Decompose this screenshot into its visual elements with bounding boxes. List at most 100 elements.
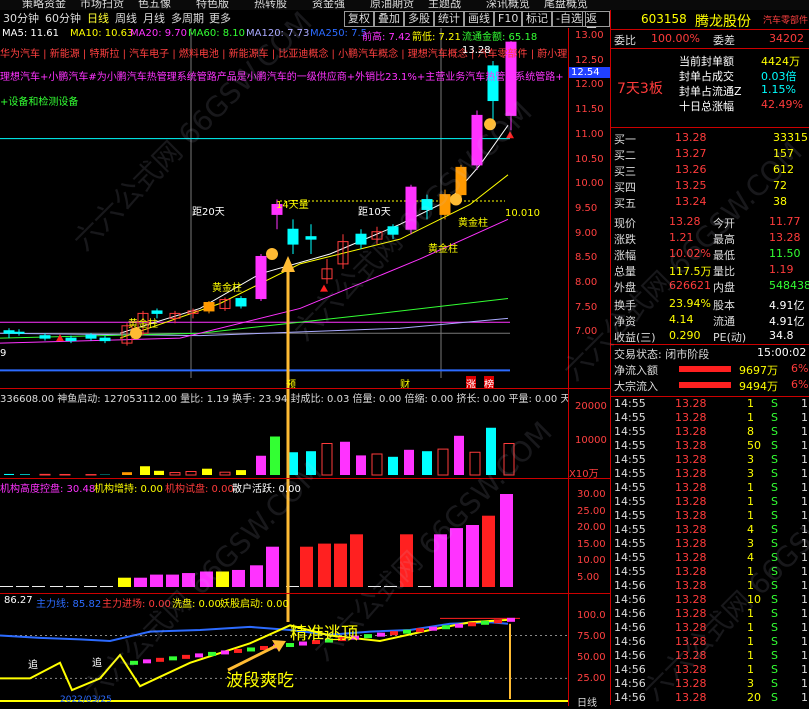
tick-cell: 1 bbox=[801, 439, 808, 452]
tick-cell: S bbox=[771, 523, 778, 536]
institution-bar bbox=[50, 586, 63, 587]
tick-cell: S bbox=[771, 607, 778, 620]
toolbar-button[interactable]: -自选 bbox=[552, 11, 586, 27]
tick-cell: 1 bbox=[801, 481, 808, 494]
top-menu-item[interactable]: 尾盘概览 bbox=[544, 0, 588, 10]
quote-value: 11.77 bbox=[769, 215, 801, 228]
limit-up-value: 1.15% bbox=[761, 83, 796, 96]
tick-cell: 14:55 bbox=[614, 467, 646, 480]
toolbar-button[interactable]: 多股 bbox=[404, 11, 434, 27]
top-menu-item[interactable]: 色五像 bbox=[138, 0, 171, 10]
ma-legend-ma60: MA60: 8.10 bbox=[188, 28, 245, 39]
osc-tick bbox=[481, 621, 489, 625]
wei-value: 100.00% bbox=[651, 32, 700, 45]
tick-cell: S bbox=[771, 663, 778, 676]
bid-volume: 38 bbox=[773, 195, 787, 208]
tick-cell: 1 bbox=[801, 677, 808, 690]
toolbar-button[interactable]: 统计 bbox=[434, 11, 464, 27]
price-axis-label: 13.00 bbox=[575, 30, 604, 41]
tick-cell: 50 bbox=[747, 439, 761, 452]
stat-label: 流通 bbox=[713, 313, 735, 329]
ma-legend-ma5: MA5: 11.61 bbox=[2, 28, 59, 39]
top-menu-item[interactable]: 热转股 bbox=[254, 0, 287, 10]
tick-row: 14:5513.281S1 bbox=[611, 411, 809, 425]
golden-marker bbox=[266, 248, 278, 260]
osc-tick bbox=[169, 656, 177, 660]
institution-bar bbox=[418, 586, 431, 587]
volume-bar bbox=[454, 436, 464, 475]
stat-value: 4.91亿 bbox=[769, 297, 805, 313]
toolbar-button[interactable]: 返回 bbox=[582, 11, 610, 27]
inst-header-2: 机构增持: 0.00 bbox=[94, 480, 163, 495]
tick-cell: 13.28 bbox=[675, 495, 707, 508]
bid-price: 13.27 bbox=[675, 147, 707, 160]
period-tab[interactable]: 多周期 bbox=[168, 10, 207, 28]
tick-cell: S bbox=[771, 397, 778, 410]
golden-pillar-label-1: 黄金柱 bbox=[128, 315, 158, 330]
tick-cell: 14:55 bbox=[614, 551, 646, 564]
tick-cell: 14:55 bbox=[614, 397, 646, 410]
tick-cell: 13.28 bbox=[675, 537, 707, 550]
tick-cell: 13.28 bbox=[675, 509, 707, 522]
tick-list[interactable]: 14:5513.281S114:5513.281S114:5513.288S11… bbox=[611, 396, 809, 397]
top-menu-item[interactable]: 原油期货 bbox=[370, 0, 414, 10]
candle-body bbox=[40, 336, 50, 338]
top-menu-item[interactable]: 特色版 bbox=[196, 0, 229, 10]
candle-body bbox=[66, 338, 76, 340]
top-menu-item[interactable]: 资金强 bbox=[312, 0, 345, 10]
tick-cell: 14:56 bbox=[614, 691, 646, 704]
ma-curve-1 bbox=[0, 299, 508, 339]
inst-header-3: 机构试盘: 0.00 bbox=[165, 480, 234, 495]
bid-label: 买一 bbox=[614, 131, 636, 147]
candle-body bbox=[100, 338, 110, 340]
price-axis-label: 11.50 bbox=[575, 104, 604, 115]
stock-name: 腾龙股份 bbox=[695, 11, 751, 31]
flow-pct: 6% bbox=[791, 362, 808, 375]
bid-label: 买三 bbox=[614, 163, 636, 179]
tick-cell: S bbox=[771, 439, 778, 452]
toolbar-button[interactable]: 叠加 bbox=[374, 11, 404, 27]
period-tab[interactable]: 60分钟 bbox=[42, 10, 84, 28]
limit-up-label: 当前封单额 bbox=[679, 53, 734, 69]
limit-up-value: 4424万 bbox=[761, 53, 800, 69]
top-menu-item[interactable]: 策略资金 bbox=[22, 0, 66, 10]
toolbar-button[interactable]: 画线 bbox=[464, 11, 494, 27]
volume-bar bbox=[122, 472, 132, 475]
vol-axis-10000: 10000 bbox=[575, 435, 607, 446]
top-menu-item[interactable]: 市场扫货 bbox=[80, 0, 124, 10]
osc-tick bbox=[247, 647, 255, 651]
bid-label: 买五 bbox=[614, 195, 636, 211]
osc-tick bbox=[403, 630, 411, 634]
tick-cell: 1 bbox=[747, 481, 754, 494]
period-tab[interactable]: 更多 bbox=[206, 10, 234, 28]
tick-cell: 14:55 bbox=[614, 509, 646, 522]
toolbar-button[interactable]: 标记 bbox=[522, 11, 552, 27]
candle-body bbox=[288, 229, 298, 244]
toolbar-button[interactable]: 复权 bbox=[344, 11, 374, 27]
ma-legend-arrow: 箭低: 7.21 bbox=[412, 28, 461, 43]
tick-cell: 1 bbox=[801, 621, 808, 634]
period-tab[interactable]: 日线 bbox=[84, 10, 112, 28]
quote-value: 548438 bbox=[769, 279, 809, 292]
period-tab[interactable]: 月线 bbox=[140, 10, 168, 28]
candle-body bbox=[14, 332, 24, 333]
signal-triangle bbox=[56, 334, 64, 341]
top-menu-item[interactable]: 深讯概览 bbox=[486, 0, 530, 10]
top-menu-item[interactable]: 主题战 bbox=[428, 0, 461, 10]
tick-cell: S bbox=[771, 621, 778, 634]
tick-cell: 20 bbox=[747, 691, 761, 704]
inst-axis-label: 20.00 bbox=[577, 522, 606, 533]
tick-cell: 14:55 bbox=[614, 565, 646, 578]
inst-axis: 30.0025.0020.0015.0010.005.00 bbox=[568, 479, 610, 594]
quote-value: 11.50 bbox=[769, 247, 801, 260]
institution-bar bbox=[266, 547, 279, 587]
toolbar-button[interactable]: F10 bbox=[494, 11, 522, 27]
flow-pct: 6% bbox=[791, 378, 808, 391]
volume-bar bbox=[388, 457, 398, 475]
trade-state-time: 15:00:02 bbox=[757, 346, 806, 359]
volume-axis: 20000 10000 X10万 bbox=[568, 389, 610, 479]
period-tab[interactable]: 30分钟 bbox=[0, 10, 42, 28]
wei-row: 委比 100.00% 委差 34202 bbox=[611, 31, 809, 49]
period-tab[interactable]: 周线 bbox=[112, 10, 140, 28]
osc-tick bbox=[221, 650, 229, 654]
